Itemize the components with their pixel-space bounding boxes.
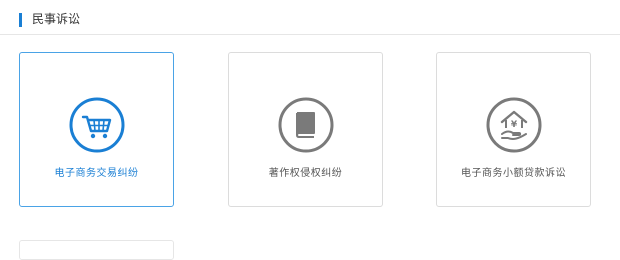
section-accent-bar xyxy=(19,13,22,27)
case-card-ecommerce-dispute[interactable]: 电子商务交易纠纷 xyxy=(19,52,174,207)
case-card-label: 电子商务交易纠纷 xyxy=(54,168,139,179)
case-card-label: 电子商务小额贷款诉讼 xyxy=(461,168,566,179)
shopping-cart-icon xyxy=(68,96,126,154)
book-icon xyxy=(277,96,335,154)
case-card-label: 著作权侵权纠纷 xyxy=(268,168,343,179)
section-title: 民事诉讼 xyxy=(32,12,81,26)
next-row-card-partial xyxy=(19,240,174,260)
case-card-copyright-dispute[interactable]: 著作权侵权纠纷 xyxy=(228,52,383,207)
section-header: 民事诉讼 xyxy=(0,0,620,35)
case-card-microloan-litigation[interactable]: ¥ 电子商务小额贷款诉讼 xyxy=(436,52,591,207)
loan-house-icon: ¥ xyxy=(485,96,543,154)
svg-text:¥: ¥ xyxy=(510,120,517,130)
